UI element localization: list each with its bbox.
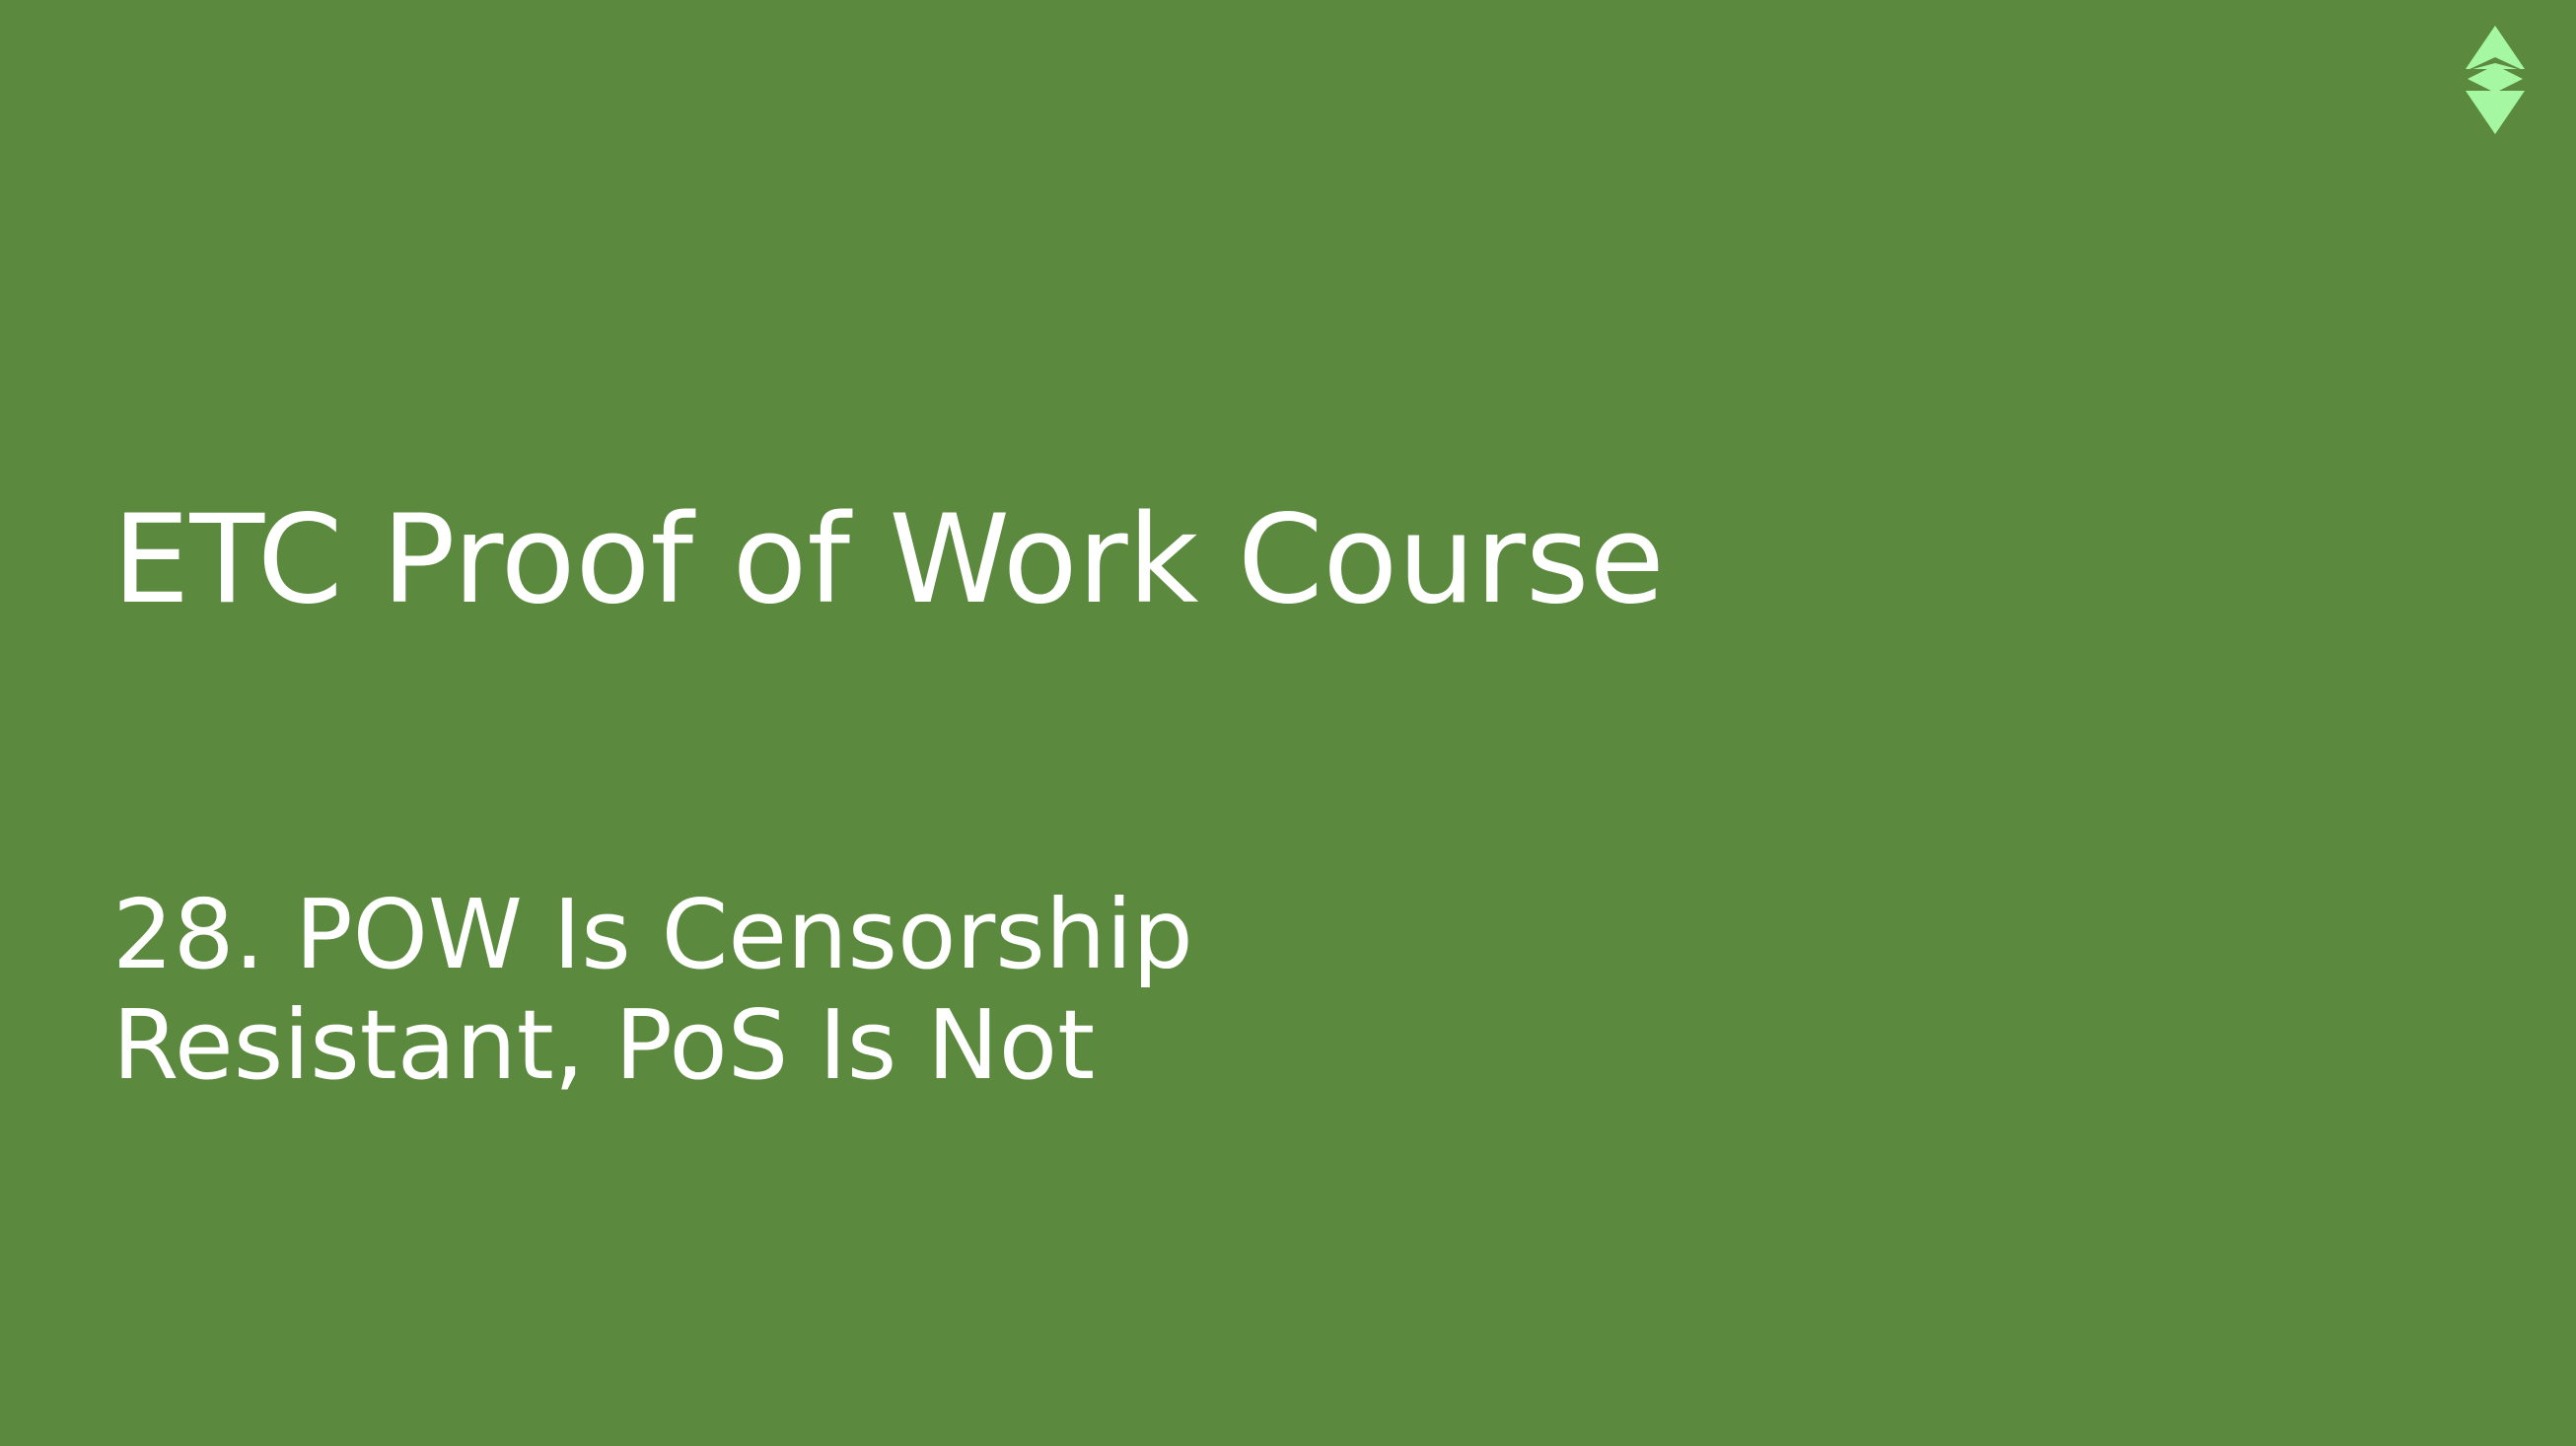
lesson-title-line-2: Resistant, PoS Is Not — [112, 989, 1096, 1101]
title-slide: ETC Proof of Work Course 28. POW Is Cens… — [0, 0, 2576, 1446]
course-title: ETC Proof of Work Course — [112, 489, 1665, 631]
lesson-title-line-1: 28. POW Is Censorship — [112, 879, 1193, 990]
lesson-title: 28. POW Is Censorship Resistant, PoS Is … — [112, 880, 1690, 1101]
ethereum-classic-logo-icon — [2464, 26, 2527, 134]
